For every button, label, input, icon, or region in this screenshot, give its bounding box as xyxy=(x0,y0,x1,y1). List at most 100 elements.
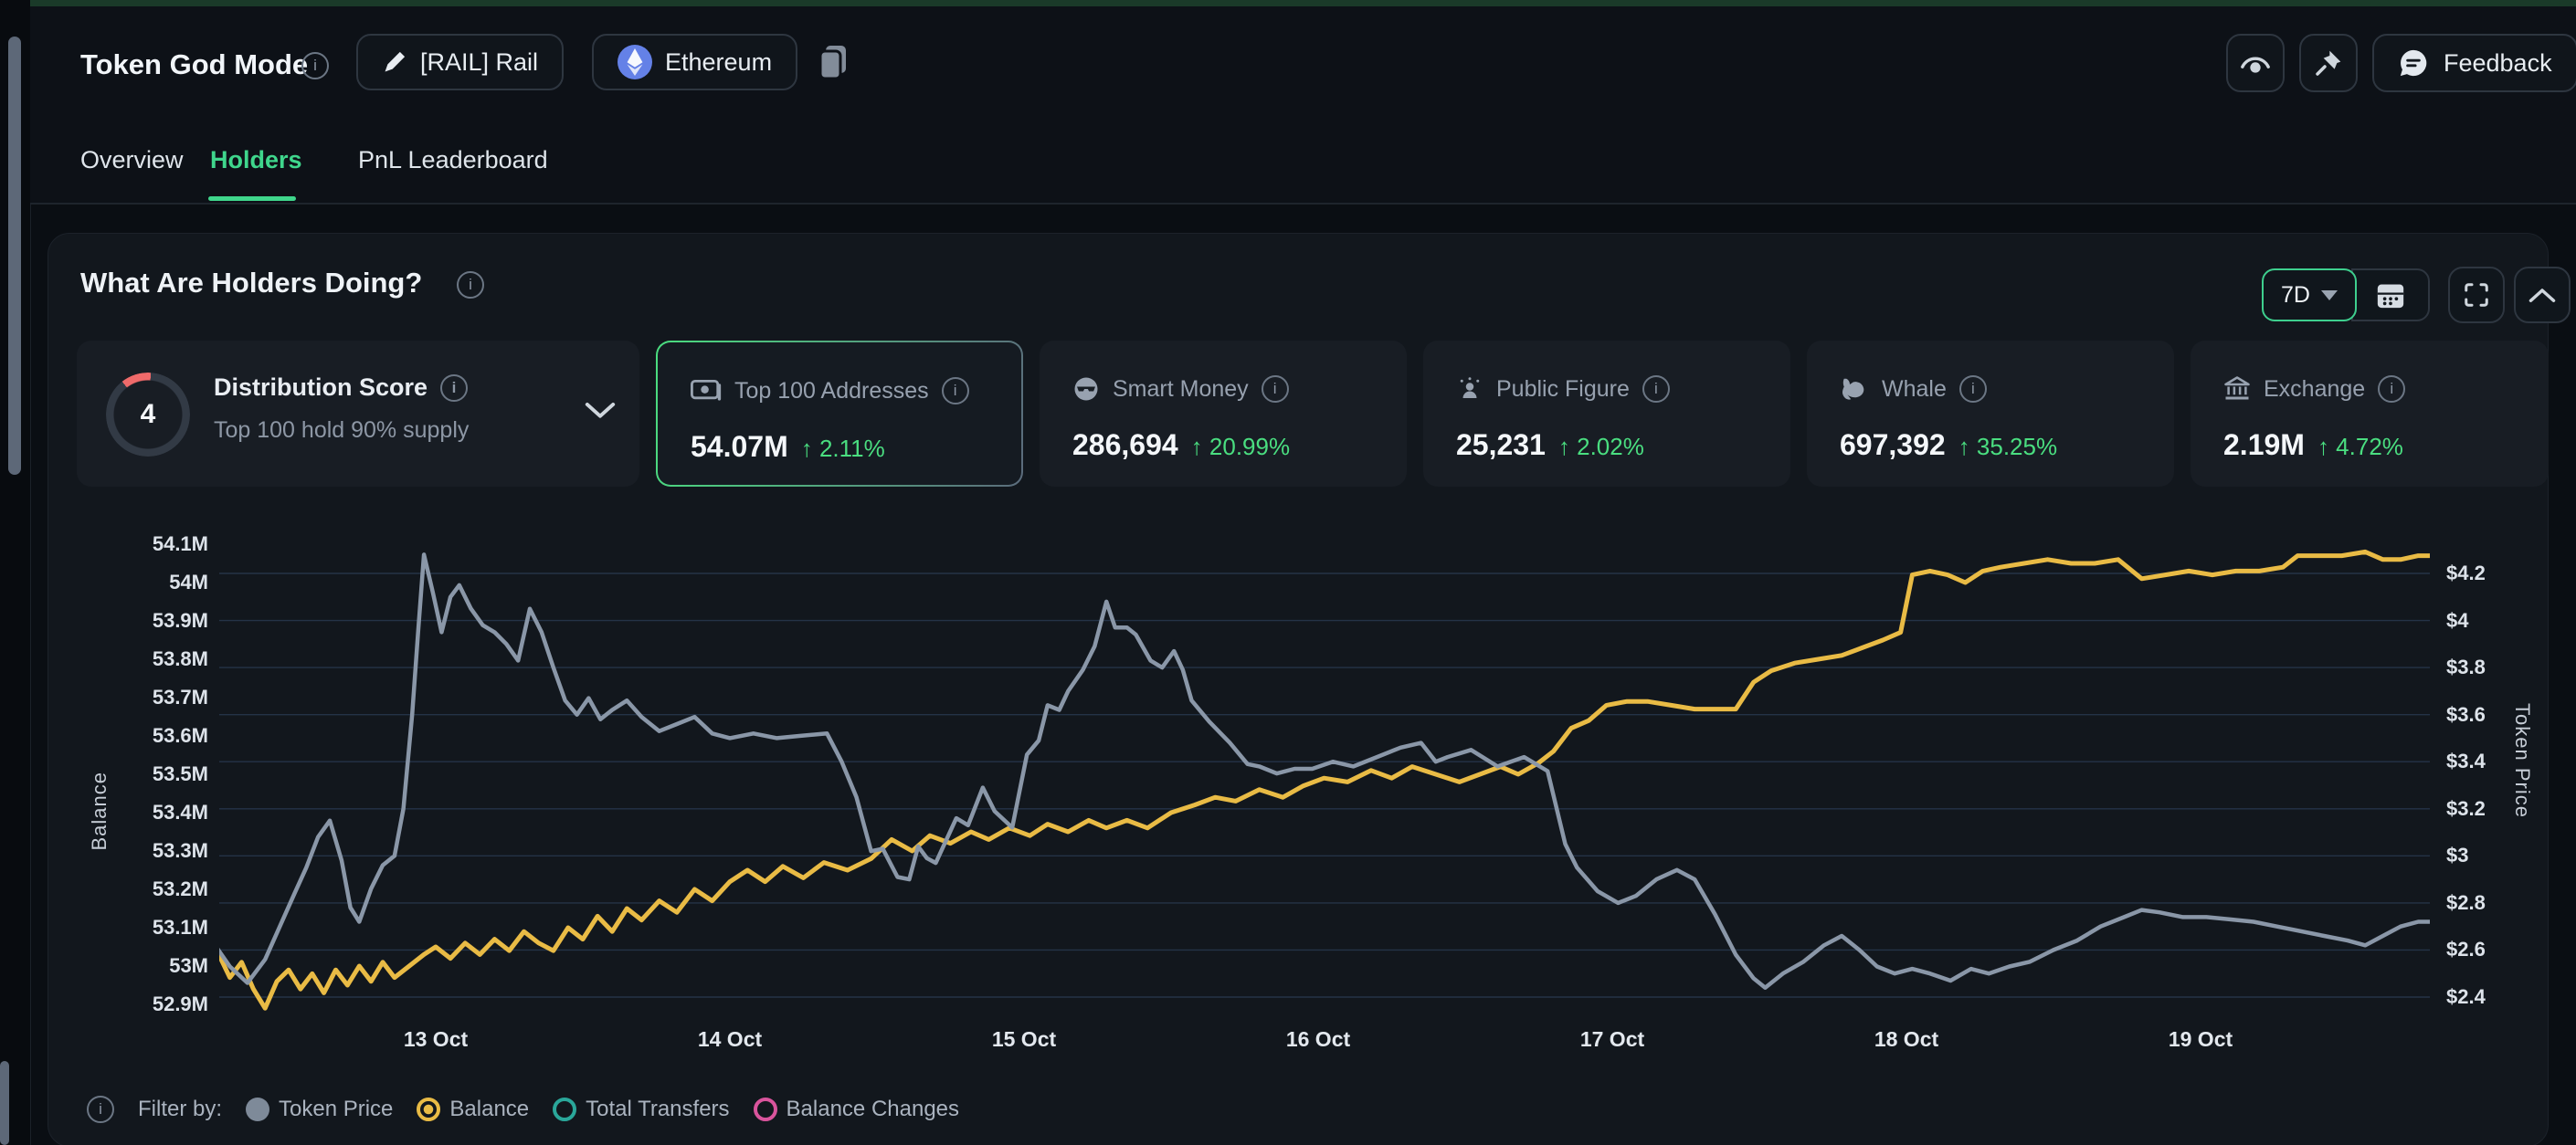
stat-change: ↑ 20.99% xyxy=(1191,433,1290,461)
calendar-button[interactable] xyxy=(2351,268,2430,321)
distribution-info-icon[interactable] xyxy=(440,374,468,402)
feedback-label: Feedback xyxy=(2444,49,2552,78)
chevron-up-icon xyxy=(2528,286,2556,304)
x-tick-label: 14 Oct xyxy=(698,1027,762,1052)
fullscreen-button[interactable] xyxy=(2448,267,2505,323)
watch-button[interactable] xyxy=(2226,34,2285,92)
token-selector-button[interactable]: [RAIL] Rail xyxy=(356,34,564,90)
copy-icon[interactable] xyxy=(818,44,848,80)
stat-value: 25,231 xyxy=(1456,428,1546,462)
balance-changes-swatch-icon xyxy=(754,1098,777,1121)
right-tick-label: $4.2 xyxy=(2446,562,2486,585)
collapse-button[interactable] xyxy=(2514,267,2571,323)
x-tick-label: 15 Oct xyxy=(992,1027,1056,1052)
left-tick-label: 53.5M xyxy=(153,762,208,786)
legend-item-balance-changes[interactable]: Balance Changes xyxy=(754,1097,959,1122)
expand-chevron-icon[interactable] xyxy=(585,401,616,421)
chat-bubble-icon xyxy=(2398,47,2429,79)
whale-icon xyxy=(1840,375,1869,403)
stat-label: Smart Money xyxy=(1113,376,1249,403)
right-tick-label: $3.2 xyxy=(2446,797,2486,821)
stat-change: ↑ 2.02% xyxy=(1558,433,1644,461)
left-tick-label: 53M xyxy=(169,954,208,978)
network-selector-button[interactable]: Ethereum xyxy=(592,34,797,90)
legend-info-icon[interactable] xyxy=(87,1096,114,1123)
left-tick-label: 53.1M xyxy=(153,916,208,940)
page-title-info-icon[interactable] xyxy=(301,52,329,79)
token-selector-label: [RAIL] Rail xyxy=(420,48,538,77)
pencil-icon xyxy=(382,49,407,75)
pin-icon xyxy=(2314,48,2343,78)
legend-item-total-transfers[interactable]: Total Transfers xyxy=(553,1097,729,1122)
vertical-scrollbar[interactable] xyxy=(8,37,21,475)
tab-pnl-leaderboard[interactable]: PnL Leaderboard xyxy=(358,146,548,174)
right-tick-label: $3.8 xyxy=(2446,656,2486,679)
left-tick-label: 52.9M xyxy=(153,993,208,1016)
distribution-score-subtitle: Top 100 hold 90% supply xyxy=(214,417,469,444)
up-arrow-icon: ↑ xyxy=(1958,433,1970,460)
left-tick-label: 53.9M xyxy=(153,609,208,633)
stat-card-top-100-addresses[interactable]: Top 100 Addresses 54.07M ↑ 2.11% xyxy=(656,341,1023,487)
stat-label: Top 100 Addresses xyxy=(734,378,929,404)
time-range-control: 7D xyxy=(2262,268,2430,321)
right-tick-label: $3.4 xyxy=(2446,750,2486,773)
stat-card-whale[interactable]: Whale 697,392 ↑ 35.25% xyxy=(1807,341,2174,487)
token-god-mode-page: Token God Mode [RAIL] Rail Ethereum Feed… xyxy=(0,0,2576,1145)
distribution-score-value: 4 xyxy=(106,373,190,457)
fullscreen-icon xyxy=(2463,281,2490,309)
stat-info-icon[interactable] xyxy=(942,377,969,404)
chevron-down-icon xyxy=(2321,290,2338,300)
token-price-swatch-icon xyxy=(246,1098,269,1121)
tab-overview[interactable]: Overview xyxy=(80,146,184,174)
eye-icon xyxy=(2240,49,2271,77)
distribution-score-label: Distribution Score xyxy=(214,373,428,402)
up-arrow-icon: ↑ xyxy=(801,435,813,462)
tab-holders[interactable]: Holders xyxy=(210,146,302,174)
feedback-button[interactable]: Feedback xyxy=(2372,34,2576,92)
range-dropdown[interactable]: 7D xyxy=(2262,268,2357,321)
right-tick-label: $2.6 xyxy=(2446,938,2486,961)
stat-value: 2.19M xyxy=(2223,428,2305,462)
left-tick-label: 53.4M xyxy=(153,801,208,825)
stat-info-icon[interactable] xyxy=(1262,375,1289,403)
ethereum-icon xyxy=(618,45,652,79)
balance-swatch-icon xyxy=(417,1098,440,1121)
up-arrow-icon: ↑ xyxy=(2317,433,2329,460)
total-transfers-swatch-icon xyxy=(553,1098,576,1121)
x-tick-label: 18 Oct xyxy=(1874,1027,1938,1052)
left-tick-label: 53.6M xyxy=(153,724,208,748)
bank-icon xyxy=(2223,375,2251,403)
stat-change: ↑ 35.25% xyxy=(1958,433,2057,461)
stat-info-icon[interactable] xyxy=(2378,375,2405,403)
banknote-icon xyxy=(691,379,722,403)
up-arrow-icon: ↑ xyxy=(1558,433,1570,460)
stat-card-exchange[interactable]: Exchange 2.19M ↑ 4.72% xyxy=(2191,341,2549,487)
right-tick-label: $2.8 xyxy=(2446,891,2486,915)
stat-card-public-figure[interactable]: Public Figure 25,231 ↑ 2.02% xyxy=(1423,341,1790,487)
stat-value: 286,694 xyxy=(1072,428,1178,462)
left-tick-label: 53.8M xyxy=(153,647,208,671)
left-axis-title: Balance xyxy=(88,772,111,851)
stat-value: 54.07M xyxy=(691,430,788,464)
distribution-score-card[interactable]: 4 Distribution Score Top 100 hold 90% su… xyxy=(77,341,639,487)
stat-info-icon[interactable] xyxy=(1959,375,1987,403)
left-tick-label: 53.2M xyxy=(153,877,208,901)
stat-card-smart-money[interactable]: Smart Money 286,694 ↑ 20.99% xyxy=(1040,341,1407,487)
left-tick-label: 53.3M xyxy=(153,839,208,863)
stat-info-icon[interactable] xyxy=(1642,375,1670,403)
pin-button[interactable] xyxy=(2299,34,2358,92)
left-tick-label: 53.7M xyxy=(153,686,208,709)
series-token-price xyxy=(219,554,2430,987)
public-figure-icon xyxy=(1456,375,1483,403)
legend-item-balance[interactable]: Balance xyxy=(417,1097,529,1122)
legend-item-token-price[interactable]: Token Price xyxy=(246,1097,393,1122)
page-title: Token God Mode xyxy=(80,48,308,81)
scrollbar-fragment[interactable] xyxy=(0,1061,9,1145)
holders-line-chart[interactable] xyxy=(219,525,2430,1023)
stat-change: ↑ 2.11% xyxy=(801,435,885,463)
panel-info-icon[interactable] xyxy=(457,271,484,299)
right-tick-label: $3 xyxy=(2446,844,2468,867)
stat-label: Whale xyxy=(1882,376,1947,403)
right-tick-label: $3.6 xyxy=(2446,703,2486,727)
network-selector-label: Ethereum xyxy=(665,48,772,77)
